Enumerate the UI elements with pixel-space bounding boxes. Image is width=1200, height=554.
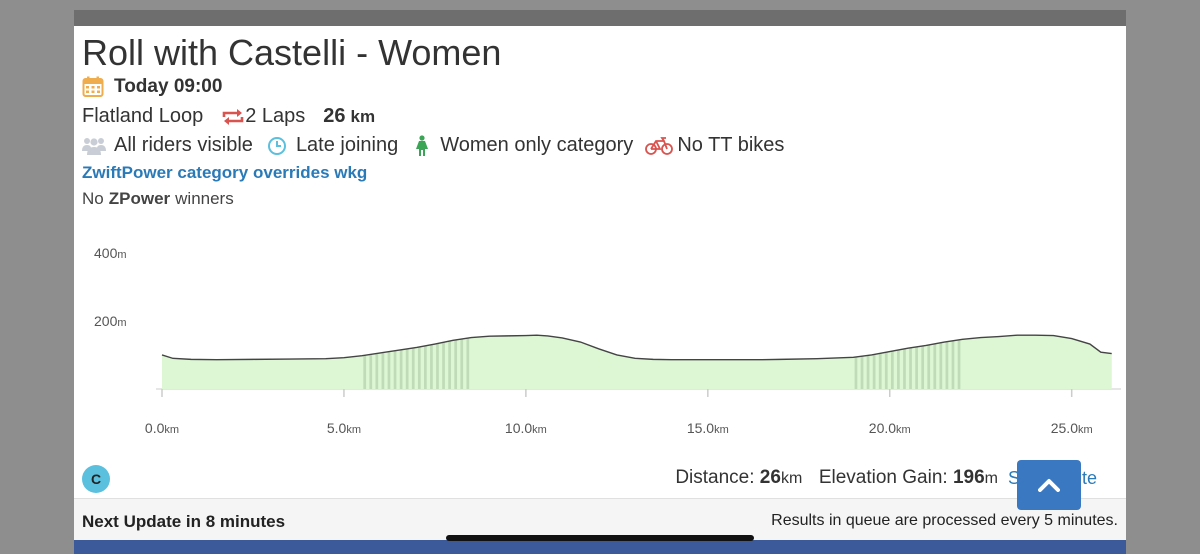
climb-band [927, 335, 931, 389]
climb-band [393, 335, 397, 389]
profile-fill [162, 335, 1112, 389]
climb-band [442, 335, 445, 389]
climb-band [884, 335, 888, 389]
climb-band [460, 335, 464, 389]
route-name: Flatland Loop [82, 105, 204, 127]
event-card: Roll with Castelli - Women Today 09:00 F… [74, 10, 1126, 554]
chart-x-ticks: 0.0km 5.0km 10.0km 15.0km 20.0km 25.0km [145, 389, 1093, 436]
laps-count: 2 Laps [245, 105, 306, 127]
x-tick-label: 0.0km [145, 420, 179, 436]
climb-band [897, 335, 900, 389]
x-tick-label: 5.0km [327, 420, 361, 436]
climb-band [430, 335, 433, 389]
users-icon [82, 136, 106, 156]
route-distance-value: 26 [323, 105, 346, 127]
route-stats: Distance: 26km Elevation Gain: 196m [675, 467, 998, 489]
climb-band [957, 335, 961, 389]
tag-late-join: Late joining [295, 134, 399, 156]
bottom-nav-bar [74, 540, 1126, 554]
x-tick-label: 15.0km [687, 420, 729, 436]
zpower-prefix: No [82, 189, 104, 208]
x-tick-label: 10.0km [505, 420, 547, 436]
climb-band [448, 335, 451, 389]
climb-band [945, 335, 949, 389]
stat-distance-label: Distance: [675, 467, 755, 488]
scroll-to-top-button[interactable] [1017, 460, 1081, 510]
climb-band [939, 335, 943, 389]
climb-band [454, 335, 458, 389]
stat-elevation-value: 196 [952, 467, 985, 488]
climb-band [890, 335, 894, 389]
climb-band [363, 335, 367, 389]
chart-area [161, 334, 1112, 389]
climb-band [436, 335, 439, 389]
zpower-suffix: winners [175, 189, 234, 208]
elevation-profile-chart: 0.0km 5.0km 10.0km 15.0km 20.0km 25.0km 400m 2… [94, 245, 1121, 436]
climb-band [417, 335, 421, 389]
laps-icon [221, 108, 245, 126]
calendar-icon [82, 76, 104, 98]
climb-band [866, 335, 870, 389]
zwiftpower-override-link[interactable]: ZwiftPower category overrides wkg [82, 163, 367, 183]
stat-distance-unit: km [780, 470, 803, 487]
next-update-text: Next Update in 8 minutes [82, 512, 286, 531]
event-datetime-row: Today 09:00 [82, 76, 222, 98]
route-row: Flatland Loop 2 Laps 26 km [82, 105, 375, 128]
chart-y-ticks: 400m 200m [94, 245, 127, 329]
queue-note-text: Results in queue are processed every 5 m… [771, 512, 1118, 529]
climb-band [860, 335, 864, 389]
home-indicator [446, 535, 754, 541]
category-c-badge: C [82, 465, 110, 493]
event-tags-row: All riders visible Late joining Women on… [82, 134, 784, 157]
stat-distance-value: 26 [759, 467, 781, 488]
climb-band [951, 335, 955, 389]
stat-elevation-label: Elevation Gain: [818, 467, 948, 488]
chevron-up-icon [1038, 479, 1060, 492]
climb-band [903, 335, 906, 389]
card-top-bar [74, 10, 1126, 26]
climb-band [387, 335, 391, 389]
climb-band [405, 335, 409, 389]
event-title: Roll with Castelli - Women [82, 32, 502, 73]
bike-icon [645, 136, 674, 155]
event-datetime: Today 09:00 [114, 76, 223, 97]
climb-band [381, 335, 385, 389]
climb-band [854, 335, 858, 389]
climb-band [915, 335, 918, 389]
climb-band [423, 335, 427, 389]
stat-elevation-unit: m [984, 470, 998, 487]
y-tick-label: 400m [94, 245, 127, 261]
climb-band [411, 335, 415, 389]
climb-band [878, 335, 882, 389]
climb-band [375, 335, 379, 389]
women-icon [414, 134, 430, 157]
x-tick-label: 20.0km [869, 420, 911, 436]
climb-band [909, 335, 912, 389]
climb-band [399, 335, 403, 389]
climb-band [466, 335, 470, 389]
zpower-winners-row: No ZPower winners [82, 189, 234, 209]
climb-band [369, 335, 373, 389]
tag-bikes: No TT bikes [677, 134, 785, 156]
tag-visibility: All riders visible [114, 134, 253, 156]
clock-icon [267, 136, 287, 156]
tag-category: Women only category [440, 134, 634, 156]
climb-band [872, 335, 876, 389]
climb-band [933, 335, 937, 389]
x-tick-label: 25.0km [1051, 420, 1093, 436]
y-tick-label: 200m [94, 313, 127, 329]
climb-band [921, 335, 925, 389]
zpower-label: ZPower [108, 189, 171, 208]
route-distance-unit: km [350, 106, 376, 126]
